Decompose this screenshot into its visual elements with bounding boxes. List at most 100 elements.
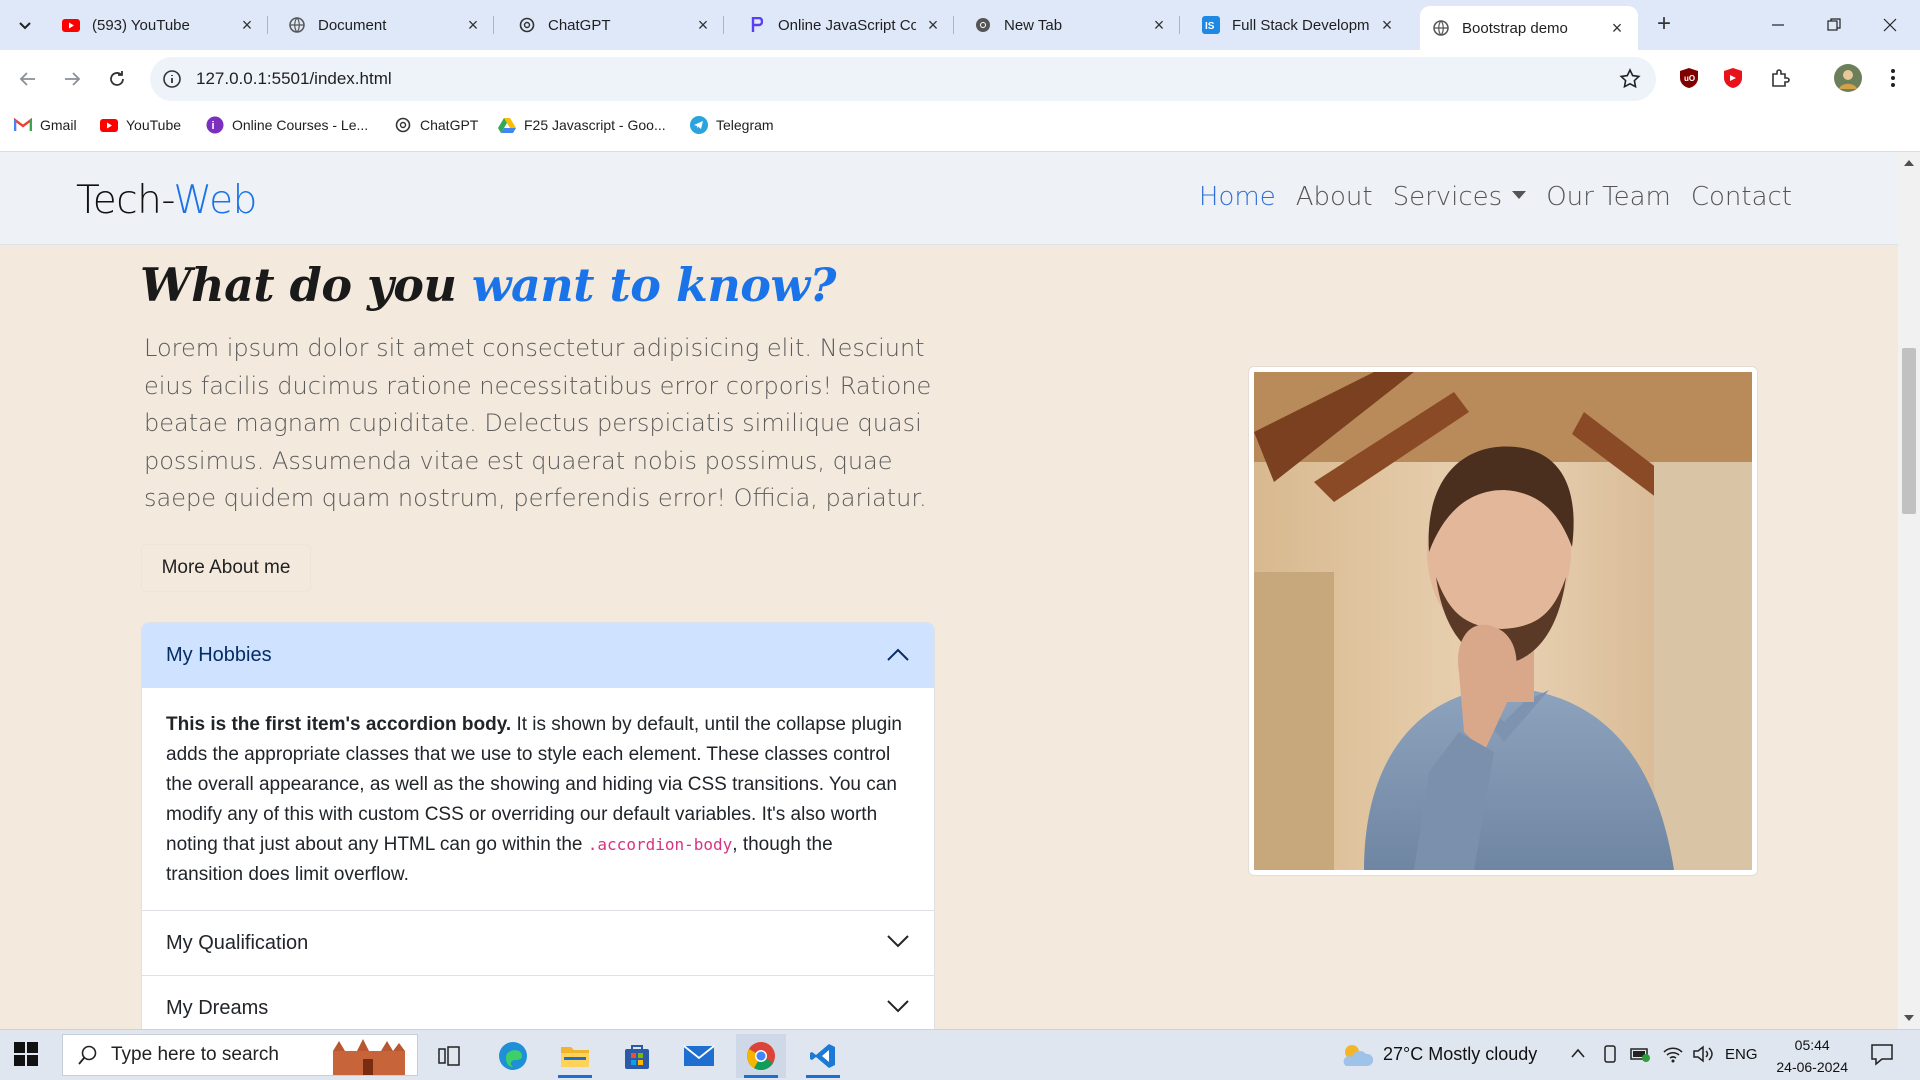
caret-down-icon: [1512, 190, 1527, 199]
page-scrollbar[interactable]: [1898, 152, 1920, 1029]
accordion-title: My Qualification: [166, 931, 309, 954]
scroll-down-arrow-icon[interactable]: [1904, 1015, 1914, 1021]
close-tab-icon[interactable]: ×: [238, 16, 256, 34]
forward-button[interactable]: [56, 63, 88, 95]
tab-title: (593) YouTube: [92, 16, 190, 34]
close-tab-icon[interactable]: ×: [1150, 16, 1168, 34]
arrow-left-icon: [19, 72, 35, 86]
shield-extension-icon[interactable]: [1720, 65, 1746, 91]
tab-search-button[interactable]: [9, 9, 41, 41]
accordion: My Hobbies This is the first item's acco…: [141, 622, 935, 1029]
tab-full-stack[interactable]: IS Full Stack Developme ×: [1190, 6, 1408, 44]
svg-text:i: i: [212, 120, 215, 132]
clock-date: 24-06-2024: [1776, 1059, 1848, 1075]
nav-link-home[interactable]: Home: [1199, 182, 1276, 212]
file-explorer-icon[interactable]: [550, 1034, 600, 1078]
vscode-icon[interactable]: [798, 1034, 848, 1078]
microsoft-store-icon[interactable]: [612, 1034, 662, 1078]
tab-new-tab[interactable]: New Tab ×: [962, 6, 1180, 44]
more-about-me-button[interactable]: More About me: [141, 544, 311, 592]
close-tab-icon[interactable]: ×: [464, 16, 482, 34]
nav-link-our-team[interactable]: Our Team: [1546, 182, 1671, 212]
taskbar-search-box[interactable]: Type here to search: [62, 1034, 418, 1076]
scroll-up-arrow-icon[interactable]: [1904, 160, 1914, 166]
chatgpt-icon: [394, 116, 412, 134]
close-tab-icon[interactable]: ×: [1608, 19, 1626, 37]
chrome-taskbar-icon[interactable]: [736, 1034, 786, 1078]
chrome-icon: [974, 16, 992, 34]
tab-youtube[interactable]: (593) YouTube ×: [50, 6, 268, 44]
chevron-down-icon: [19, 22, 31, 30]
bookmark-chatgpt[interactable]: ChatGPT: [394, 108, 478, 142]
close-tab-icon[interactable]: ×: [1378, 16, 1396, 34]
reload-button[interactable]: [101, 63, 133, 95]
brand-accent: Web: [173, 178, 257, 223]
chevron-down-icon: [887, 1000, 909, 1013]
close-tab-icon[interactable]: ×: [924, 16, 942, 34]
browser-tab-strip: (593) YouTube × Document × ChatGPT × Onl…: [0, 0, 1920, 50]
weather-text[interactable]: 27°C Mostly cloudy: [1383, 1044, 1537, 1065]
mail-icon[interactable]: [674, 1034, 724, 1078]
back-button[interactable]: [12, 63, 44, 95]
address-bar[interactable]: 127.0.0.1:5501/index.html: [150, 57, 1656, 101]
accordion-header-dreams[interactable]: My Dreams: [142, 975, 934, 1029]
bookmark-online-courses[interactable]: i Online Courses - Le...: [206, 108, 368, 142]
accordion-header-hobbies[interactable]: My Hobbies: [142, 623, 934, 688]
chevron-up-tray-icon[interactable]: [1570, 1046, 1586, 1064]
site-brand[interactable]: Tech-Web: [76, 178, 257, 223]
url-text: 127.0.0.1:5501/index.html: [196, 69, 392, 88]
language-indicator[interactable]: ENG: [1725, 1046, 1758, 1063]
bookmark-f25-javascript[interactable]: F25 Javascript - Goo...: [498, 108, 666, 142]
scrollbar-thumb[interactable]: [1902, 348, 1916, 514]
bookmark-label: ChatGPT: [420, 117, 479, 133]
nav-link-about[interactable]: About: [1296, 182, 1373, 212]
bookmark-youtube[interactable]: YouTube: [100, 108, 181, 142]
tab-bootstrap-demo[interactable]: Bootstrap demo ×: [1420, 6, 1638, 50]
battery-icon[interactable]: [1630, 1046, 1650, 1067]
notification-icon[interactable]: [1870, 1042, 1894, 1071]
accordion-header-qualification[interactable]: My Qualification: [142, 910, 934, 975]
extensions-puzzle-icon[interactable]: [1768, 65, 1794, 91]
profile-avatar[interactable]: [1832, 62, 1864, 94]
bookmark-gmail[interactable]: Gmail: [14, 108, 77, 142]
chevron-up-icon: [887, 648, 909, 661]
portrait-image: [1254, 372, 1752, 870]
page-viewport: Tech-Web Home About Services Our Team Co…: [0, 152, 1898, 1029]
tab-title: Bootstrap demo: [1462, 19, 1568, 37]
nav-link-services-label: Services: [1392, 182, 1503, 212]
programiz-icon: [748, 16, 766, 34]
system-clock[interactable]: 05:44 24-06-2024: [1776, 1034, 1848, 1078]
ublock-extension-icon[interactable]: uO: [1676, 65, 1702, 91]
page-heading: What do you want to know?: [140, 258, 837, 312]
clock-time: 05:44: [1794, 1037, 1830, 1053]
search-icon: [78, 1045, 97, 1065]
weather-icon[interactable]: [1340, 1040, 1374, 1075]
windows-start-icon[interactable]: [14, 1042, 38, 1066]
accordion-title: My Hobbies: [166, 644, 272, 666]
bookmark-telegram[interactable]: Telegram: [690, 108, 774, 142]
tab-online-js[interactable]: Online JavaScript Co ×: [736, 6, 954, 44]
tab-chatgpt[interactable]: ChatGPT ×: [506, 6, 724, 44]
nav-link-services[interactable]: Services: [1393, 182, 1527, 212]
arrow-right-icon: [65, 72, 81, 86]
bookmark-star-icon[interactable]: [1618, 67, 1642, 91]
bookmark-label: Telegram: [716, 117, 774, 133]
udemy-icon: i: [206, 116, 224, 134]
site-info-icon[interactable]: [160, 67, 184, 91]
edge-browser-icon[interactable]: [488, 1034, 538, 1078]
close-tab-icon[interactable]: ×: [694, 16, 712, 34]
close-window-icon[interactable]: [1862, 0, 1918, 50]
tab-document[interactable]: Document ×: [276, 6, 494, 44]
restore-icon[interactable]: [1806, 0, 1862, 50]
bookmarks-bar: Gmail YouTube i Online Courses - Le... C…: [0, 108, 1920, 152]
volume-icon[interactable]: [1692, 1044, 1714, 1069]
minimize-icon[interactable]: [1750, 0, 1806, 50]
device-icon[interactable]: [1602, 1044, 1618, 1069]
wifi-icon[interactable]: [1662, 1044, 1684, 1069]
accordion-title: My Dreams: [166, 996, 269, 1019]
nav-link-contact[interactable]: Contact: [1691, 182, 1792, 212]
task-view-icon[interactable]: [424, 1034, 474, 1078]
telegram-icon: [690, 116, 708, 134]
browser-menu-icon[interactable]: [1880, 65, 1906, 91]
new-tab-button[interactable]: +: [1650, 11, 1678, 39]
